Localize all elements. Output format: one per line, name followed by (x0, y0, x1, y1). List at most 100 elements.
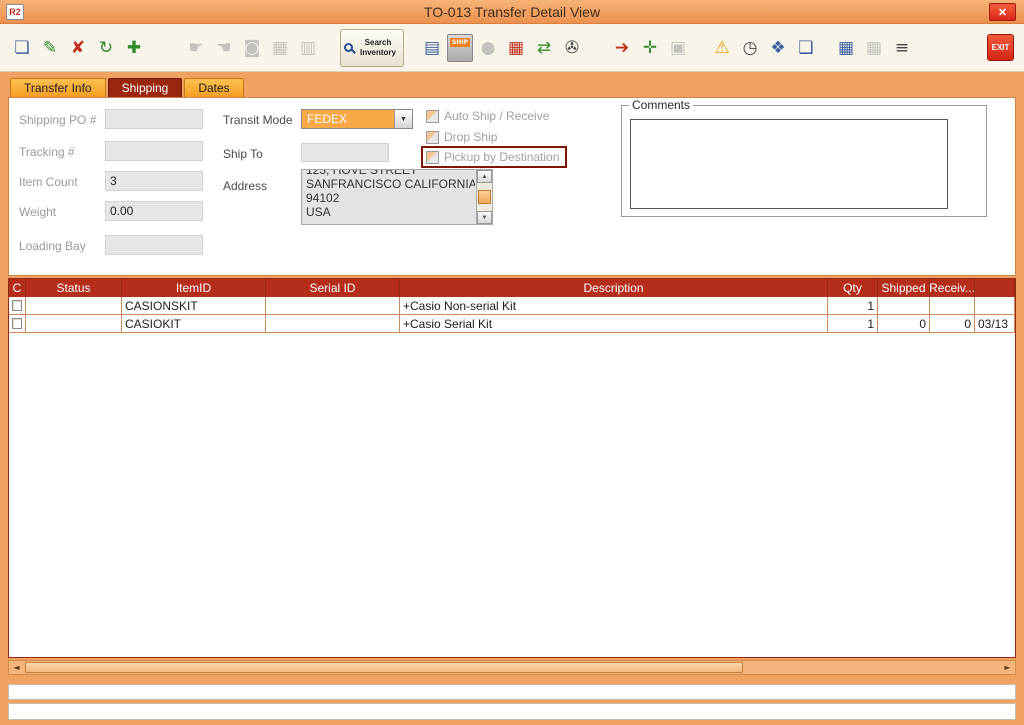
refresh-icon[interactable]: ↻ (92, 31, 120, 65)
comments-label: Comments (629, 98, 693, 112)
thumbs-down-stamp-icon: ☚ (210, 31, 238, 65)
new-document-icon[interactable]: ❏ (8, 31, 36, 65)
add-to-grid-icon[interactable]: ✛ (636, 31, 664, 65)
address-line: 123, HOVE STREET (306, 169, 475, 177)
inventory-cubes-icon[interactable]: ▦ (502, 31, 530, 65)
weight-label: Weight (19, 205, 56, 219)
address-lines: 123, HOVE STREET SANFRANCISCO CALIFORNIA… (306, 169, 475, 219)
cell-itemid: CASIONSKIT (122, 297, 266, 314)
keypad-icon: ▦ (266, 31, 294, 65)
scroll-down-icon[interactable]: ▼ (477, 211, 492, 224)
cell-date: 03/13 (975, 315, 1015, 332)
transit-mode-select[interactable]: FEDEX ▼ (301, 109, 413, 129)
grid-header: C Status ItemID Serial ID Description Qt… (9, 279, 1015, 297)
window-title: TO-013 Transfer Detail View (0, 0, 1024, 24)
cell-status (26, 297, 122, 314)
auto-ship-label: Auto Ship / Receive (444, 109, 549, 123)
scrollbar-thumb[interactable] (25, 662, 743, 673)
transfer-items-grid: C Status ItemID Serial ID Description Qt… (8, 278, 1016, 658)
checkbox-icon[interactable] (426, 110, 439, 123)
col-header-description[interactable]: Description (400, 279, 828, 297)
item-count-label: Item Count (19, 175, 78, 189)
chevron-down-icon[interactable]: ▼ (394, 110, 412, 128)
transfer-arrows-icon[interactable]: ⇄ (530, 31, 558, 65)
search-icon (344, 43, 353, 52)
add-item-icon[interactable]: ✚ (120, 31, 148, 65)
auto-ship-checkbox-row[interactable]: Auto Ship / Receive (426, 109, 549, 123)
col-header-received[interactable]: Receiv... (930, 279, 975, 297)
notes-window-icon[interactable]: ❑ (792, 31, 820, 65)
col-header-serial[interactable]: Serial ID (266, 279, 400, 297)
scroll-left-icon[interactable]: ◄ (9, 661, 24, 674)
tracking-label: Tracking # (19, 145, 75, 159)
reports-stack-icon[interactable]: ≡ (888, 31, 916, 65)
cell-itemid: CASIOKIT (122, 315, 266, 332)
pickup-by-destination-highlight[interactable]: Pickup by Destination (421, 146, 567, 168)
col-header-itemid[interactable]: ItemID (122, 279, 266, 297)
horizontal-scrollbar[interactable]: ◄ ► (8, 660, 1016, 675)
tracking-input[interactable] (105, 141, 203, 161)
comments-textarea[interactable] (630, 119, 948, 209)
col-header-check[interactable]: C (9, 279, 26, 297)
tab-transfer-info[interactable]: Transfer Info (10, 78, 106, 97)
col-header-qty[interactable]: Qty (828, 279, 878, 297)
address-line: USA (306, 205, 475, 219)
col-header-shipped[interactable]: Shipped (878, 279, 930, 297)
row-checkbox[interactable] (12, 300, 22, 311)
checkbox-icon[interactable] (426, 151, 439, 164)
scroll-right-icon[interactable]: ► (1000, 661, 1015, 674)
ship-to-label: Ship To (223, 147, 263, 161)
tab-dates[interactable]: Dates (184, 78, 243, 97)
warning-icon[interactable]: ⚠ (708, 31, 736, 65)
address-scrollbar[interactable]: ▲ ▼ (476, 170, 492, 224)
cell-shipped: 0 (878, 315, 930, 332)
exit-button[interactable]: EXIT (987, 34, 1014, 61)
receive-arrow-icon[interactable]: ➔ (608, 31, 636, 65)
address-label: Address (223, 179, 267, 193)
close-button[interactable]: ✕ (989, 3, 1016, 21)
toolbar: ❏ ✎ ✘ ↻ ✚ ☛ ☚ ◙ ▦ ▥ Search Inventory ▤ S… (0, 24, 1024, 72)
ship-to-input[interactable] (301, 143, 389, 162)
delete-document-icon[interactable]: ✘ (64, 31, 92, 65)
transit-mode-label: Transit Mode (223, 113, 293, 127)
barcode-gun-icon[interactable]: ✇ (558, 31, 586, 65)
shipping-po-input[interactable] (105, 109, 203, 129)
address-listbox[interactable]: 123, HOVE STREET SANFRANCISCO CALIFORNIA… (301, 169, 493, 225)
scroll-up-icon[interactable]: ▲ (477, 170, 492, 183)
ship-transfer-icon[interactable]: SHIP (446, 31, 474, 65)
col-header-status[interactable]: Status (26, 279, 122, 297)
scrollbar-thumb[interactable] (478, 190, 491, 204)
item-count-input[interactable]: 3 (105, 171, 203, 191)
app-window: R2 TO-013 Transfer Detail View ✕ ❏ ✎ ✘ ↻… (0, 0, 1024, 725)
matrix-grid-2-icon: ▦ (860, 31, 888, 65)
cell-date (975, 297, 1015, 314)
drop-ship-label: Drop Ship (444, 130, 497, 144)
cell-qty: 1 (828, 297, 878, 314)
cell-serial (266, 297, 400, 314)
tab-shipping[interactable]: Shipping (108, 78, 183, 97)
catalog-books-icon[interactable]: ▤ (418, 31, 446, 65)
contacts-icon[interactable]: ❖ (764, 31, 792, 65)
search-inventory-label: Search Inventory (356, 38, 400, 56)
shipping-po-label: Shipping PO # (19, 113, 96, 127)
drop-ship-checkbox-row[interactable]: Drop Ship (426, 130, 497, 144)
search-inventory-button[interactable]: Search Inventory (340, 29, 404, 67)
loading-bay-input[interactable] (105, 235, 203, 255)
tab-bar: Transfer Info Shipping Dates (10, 78, 244, 97)
cell-serial (266, 315, 400, 332)
row-checkbox[interactable] (12, 318, 22, 329)
col-header-date[interactable] (975, 279, 1015, 297)
cell-qty: 1 (828, 315, 878, 332)
table-row[interactable]: CASIONSKIT +Casio Non-serial Kit 1 (9, 297, 1015, 315)
titlebar: R2 TO-013 Transfer Detail View ✕ (0, 0, 1024, 24)
barcode-sheet-icon: ▥ (294, 31, 322, 65)
cell-description: +Casio Non-serial Kit (400, 297, 828, 314)
matrix-grid-icon[interactable]: ▦ (832, 31, 860, 65)
comments-group: Comments (621, 105, 987, 217)
checkbox-icon[interactable] (426, 131, 439, 144)
table-row[interactable]: CASIOKIT +Casio Serial Kit 1 0 0 03/13 (9, 315, 1015, 333)
weight-input[interactable]: 0.00 (105, 201, 203, 221)
address-line: SANFRANCISCO CALIFORNIA (306, 177, 475, 191)
edit-document-icon[interactable]: ✎ (36, 31, 64, 65)
history-clock-icon[interactable]: ◷ (736, 31, 764, 65)
